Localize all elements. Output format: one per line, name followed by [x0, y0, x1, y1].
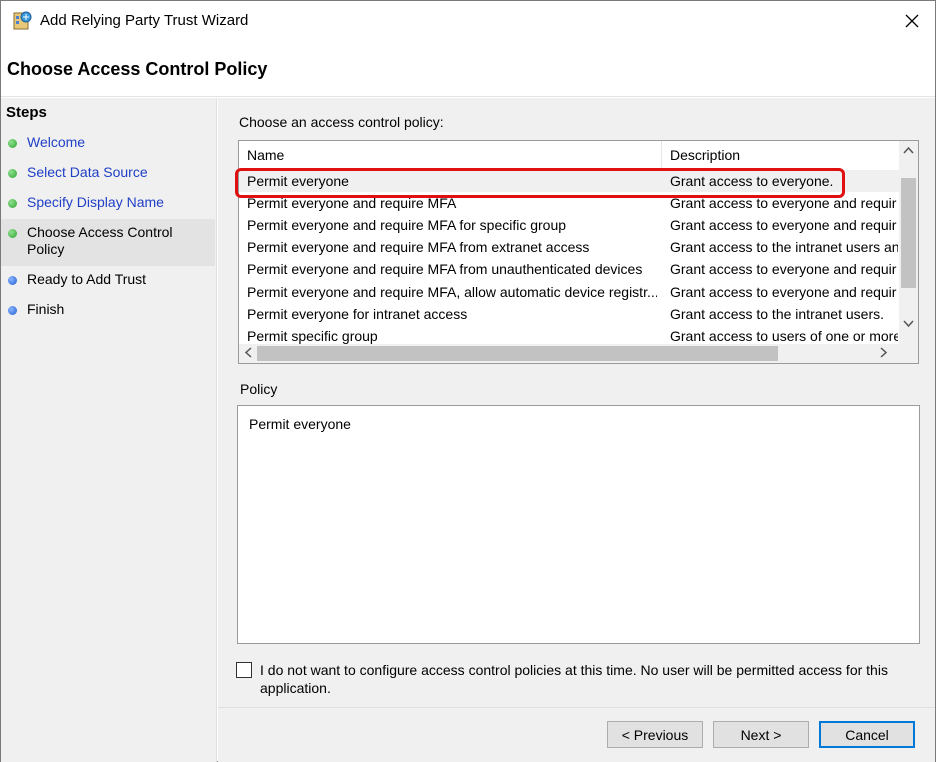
scroll-up-icon[interactable]	[903, 145, 914, 157]
step-label: Finish	[27, 301, 65, 317]
policy-details-box: Permit everyone	[237, 405, 920, 644]
next-button[interactable]: Next >	[713, 721, 809, 748]
policy-description: Grant access to everyone and requir	[670, 284, 897, 300]
content-panel: Choose an access control policy: Name De…	[218, 98, 935, 762]
step-current-icon	[8, 229, 17, 238]
step-pending-icon	[8, 276, 17, 285]
column-header-name[interactable]: Name	[239, 141, 662, 169]
button-bar: < Previous Next > Cancel	[218, 707, 935, 762]
table-row[interactable]: Permit everyone for intranet access Gran…	[239, 303, 899, 325]
step-welcome[interactable]: Welcome	[1, 134, 215, 160]
policy-description: Grant access to everyone and requir	[670, 261, 897, 277]
table-row[interactable]: Permit everyone and require MFA from ext…	[239, 236, 899, 258]
title-bar: Add Relying Party Trust Wizard	[1, 1, 935, 41]
adfs-app-icon	[11, 10, 33, 32]
step-select-data-source[interactable]: Select Data Source	[1, 164, 215, 190]
policy-description: Grant access to everyone and requir	[670, 217, 897, 233]
steps-panel: Steps Welcome Select Data Source Specify…	[1, 98, 217, 762]
step-label: Select Data Source	[27, 164, 148, 180]
scroll-down-icon[interactable]	[903, 319, 914, 331]
policy-list-label: Choose an access control policy:	[239, 114, 444, 130]
wizard-header: Choose Access Control Policy	[1, 41, 935, 97]
scroll-right-icon[interactable]	[880, 347, 888, 361]
policy-label: Policy	[240, 381, 278, 397]
policy-name: Permit everyone and require MFA for spec…	[247, 217, 567, 233]
vertical-scrollbar[interactable]	[899, 141, 918, 345]
wizard-window: Add Relying Party Trust Wizard Choose Ac…	[0, 0, 936, 762]
steps-heading: Steps	[6, 104, 47, 121]
step-ready-to-add-trust: Ready to Add Trust	[1, 271, 215, 297]
step-done-icon	[8, 199, 17, 208]
close-icon	[905, 14, 919, 28]
vertical-scroll-thumb[interactable]	[901, 178, 916, 288]
horizontal-scroll-thumb[interactable]	[257, 346, 778, 361]
selection-highlight-annotation	[235, 168, 845, 198]
step-specify-display-name[interactable]: Specify Display Name	[1, 194, 215, 220]
table-row[interactable]: Permit everyone and require MFA from una…	[239, 258, 899, 280]
policy-name: Permit everyone and require MFA, allow a…	[247, 284, 657, 300]
step-finish: Finish	[1, 301, 215, 327]
policy-value: Permit everyone	[249, 416, 351, 432]
skip-policy-checkbox[interactable]	[236, 662, 252, 678]
policy-name: Permit everyone and require MFA from una…	[247, 261, 643, 277]
step-done-icon	[8, 169, 17, 178]
close-button[interactable]	[889, 1, 935, 41]
horizontal-scrollbar[interactable]	[239, 344, 899, 363]
step-done-icon	[8, 139, 17, 148]
policy-name: Permit everyone and require MFA from ext…	[247, 239, 590, 255]
step-label: Ready to Add Trust	[27, 271, 147, 287]
policy-name: Permit everyone for intranet access	[247, 306, 468, 322]
policy-description: Grant access to the intranet users.	[670, 306, 884, 322]
step-pending-icon	[8, 306, 17, 315]
step-label: Choose Access Control Policy	[27, 224, 173, 257]
scroll-left-icon[interactable]	[244, 347, 252, 361]
step-label: Welcome	[27, 134, 86, 150]
step-label: Specify Display Name	[27, 194, 164, 210]
table-row[interactable]: Permit everyone and require MFA for spec…	[239, 214, 899, 236]
cancel-button[interactable]: Cancel	[819, 721, 915, 748]
column-header-description[interactable]: Description	[662, 141, 900, 169]
step-choose-access-control-policy: Choose Access Control Policy	[1, 219, 215, 266]
page-title: Choose Access Control Policy	[7, 59, 268, 79]
skip-policy-checkbox-label[interactable]: I do not want to configure access contro…	[260, 661, 900, 697]
previous-button[interactable]: < Previous	[607, 721, 703, 748]
window-title: Add Relying Party Trust Wizard	[40, 12, 249, 29]
table-row[interactable]: Permit everyone and require MFA, allow a…	[239, 281, 899, 303]
policy-description: Grant access to the intranet users an	[670, 239, 898, 255]
scrollbar-corner	[899, 344, 918, 363]
